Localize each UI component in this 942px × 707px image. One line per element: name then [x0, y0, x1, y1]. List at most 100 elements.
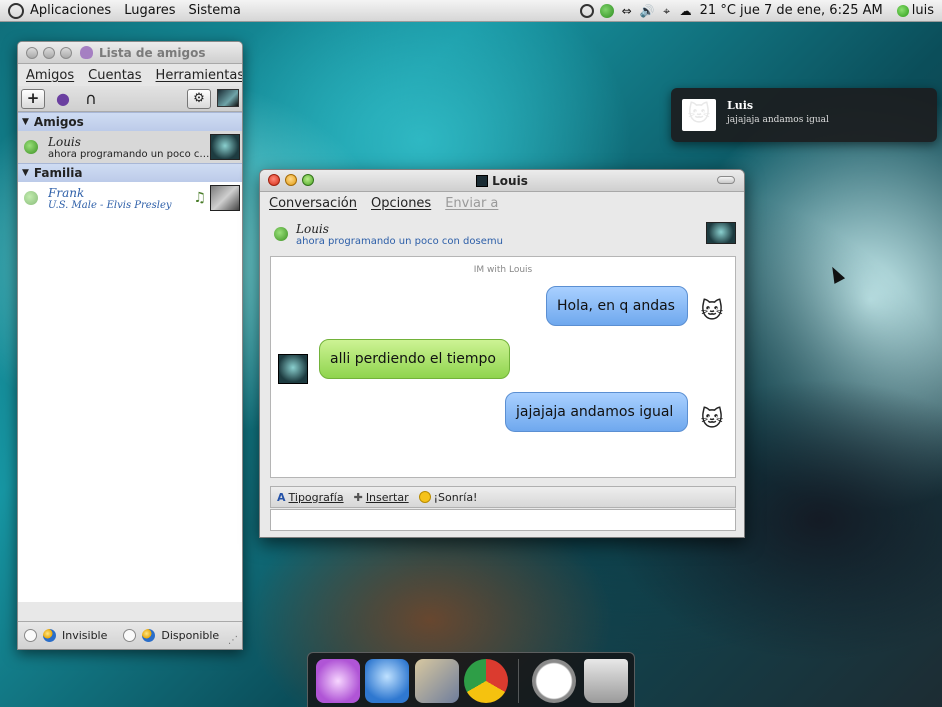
group-name: Familia	[33, 166, 83, 180]
menu-herramientas[interactable]: Herramientas	[156, 68, 242, 83]
buddy-name: Louis	[296, 221, 329, 236]
buddy-status-message: U.S. Male - Elvis Presley	[48, 199, 172, 211]
pidgin-dock-icon[interactable]	[316, 659, 360, 703]
maximize-button[interactable]	[302, 174, 314, 186]
group-name: Amigos	[33, 115, 84, 129]
buddy-row-louis[interactable]: Louis ahora programando un poco con ...	[18, 131, 242, 163]
menu-conversacion[interactable]: Conversación	[269, 196, 357, 211]
notification-body: jajajaja andamos igual	[727, 115, 829, 125]
message-input[interactable]	[270, 509, 736, 531]
buddy-avatar	[706, 222, 736, 244]
pidgin-status-icon[interactable]	[599, 3, 614, 18]
buddy-list: ▼ Amigos Louis ahora programando un poco…	[18, 112, 242, 602]
status-bar: Invisible Disponible ⋰	[18, 621, 242, 649]
clock[interactable]: 21 °C jue 7 de ene, 6:25 AM	[700, 3, 883, 18]
toolbar-toggle-button[interactable]	[717, 176, 735, 184]
expand-triangle-icon: ▼	[22, 117, 29, 127]
status-radio-disponible[interactable]	[123, 629, 137, 642]
user-menu[interactable]: luis	[896, 3, 934, 18]
notification-bubble[interactable]: 🐱 Luis jajajaja andamos igual	[671, 88, 937, 142]
photo-viewer-dock-icon[interactable]	[415, 659, 459, 703]
message-text: jajajaja andamos igual	[516, 404, 674, 420]
mouse-pointer-icon	[826, 264, 846, 284]
settings-gear-button[interactable]: ⚙	[187, 88, 211, 109]
ubuntu-logo-icon[interactable]	[8, 2, 24, 19]
message-bubble-incoming: alli perdiendo el tiempo	[319, 339, 510, 379]
window-controls	[18, 46, 72, 59]
dock-separator	[518, 659, 519, 703]
buddy-status-message: ahora programando un poco con dosemu	[296, 235, 503, 247]
volume-icon[interactable]: 🔊	[640, 4, 655, 18]
weather-icon[interactable]: ☁	[680, 4, 694, 18]
network-icon[interactable]: ⇔	[620, 4, 634, 18]
globe-icon	[43, 629, 56, 642]
buddy-name: Frank	[48, 185, 85, 200]
message-log[interactable]: IM with Louis Hola, en q andas 🐱 alli pe…	[270, 256, 736, 478]
minimize-button[interactable]	[285, 174, 297, 186]
conversation-header: IM with Louis	[473, 265, 533, 275]
conversation-window: Louis Conversación Opciones Enviar a Lou…	[259, 169, 745, 538]
insert-button[interactable]: ✚ Insertar	[354, 491, 409, 504]
buddy-name: Louis	[48, 134, 81, 149]
clock-dock-icon[interactable]	[532, 659, 576, 703]
available-status-icon	[24, 140, 38, 154]
insert-label: Insertar	[365, 490, 409, 504]
trash-dock-icon[interactable]	[584, 659, 628, 703]
group-header-amigos[interactable]: ▼ Amigos	[18, 112, 242, 131]
close-button[interactable]	[26, 46, 38, 59]
system-tray: ⇔ 🔊 ⌖ ☁ 21 °C jue 7 de ene, 6:25 AM luis	[579, 3, 942, 18]
buddy-avatar	[210, 185, 240, 211]
font-button[interactable]: A Tipografía	[277, 491, 344, 504]
menu-aplicaciones[interactable]: Aplicaciones	[30, 3, 111, 18]
buddy-text: Frank U.S. Male - Elvis Presley	[48, 186, 193, 211]
chat-icon[interactable]	[579, 3, 594, 18]
close-button[interactable]	[268, 174, 280, 186]
window-title: Lista de amigos	[99, 45, 206, 60]
buddy-list-toolbar: + ● ∩ ⚙	[18, 86, 242, 112]
menu-enviar-a[interactable]: Enviar a	[445, 196, 498, 211]
group-header-familia[interactable]: ▼ Familia	[18, 163, 242, 182]
smile-label: ¡Sonría!	[433, 490, 478, 504]
menu-sistema[interactable]: Sistema	[189, 3, 241, 18]
font-label: Tipografía	[288, 490, 344, 504]
resize-grip-icon[interactable]: ⋰	[228, 635, 238, 646]
menu-cuentas[interactable]: Cuentas	[88, 68, 141, 83]
minimize-button[interactable]	[43, 46, 55, 59]
status-radio-invisible[interactable]	[24, 629, 37, 642]
pidgin-icon	[80, 46, 93, 59]
window-controls	[260, 174, 314, 186]
dock	[307, 652, 635, 707]
buddy-list-window: Lista de amigos Amigos Cuentas Herramien…	[17, 41, 243, 650]
message-bubble-outgoing: jajajaja andamos igual	[505, 392, 688, 432]
menu-amigos[interactable]: Amigos	[26, 68, 74, 83]
menu-lugares[interactable]: Lugares	[124, 3, 175, 18]
headphones-icon[interactable]: ∩	[81, 89, 101, 109]
expand-triangle-icon: ▼	[22, 168, 29, 178]
buddy-status-message: ahora programando un poco con ...	[48, 148, 210, 160]
smile-button[interactable]: ¡Sonría!	[418, 490, 478, 504]
message-text: Hola, en q andas	[557, 298, 675, 314]
conversation-menubar: Conversación Opciones Enviar a	[260, 192, 744, 214]
maximize-button[interactable]	[60, 46, 72, 59]
formatting-toolbar: A Tipografía ✚ Insertar ¡Sonría!	[270, 486, 736, 508]
conversation-titlebar[interactable]: Louis	[260, 170, 744, 192]
smiley-icon	[418, 490, 431, 503]
my-cat-avatar-icon: 🐱	[700, 407, 724, 432]
video-chat-dock-icon[interactable]	[365, 659, 409, 703]
user-icon[interactable]: ●	[53, 89, 73, 109]
chrome-dock-icon[interactable]	[464, 659, 508, 703]
buddy-cat-avatar-icon: 🐱	[682, 99, 716, 131]
plus-icon: ✚	[353, 490, 363, 504]
buddy-mini-avatar-icon	[476, 174, 489, 187]
buddy-text: Louis ahora programando un poco con ...	[48, 135, 210, 160]
menu-opciones[interactable]: Opciones	[371, 196, 431, 211]
buddy-list-titlebar[interactable]: Lista de amigos	[18, 42, 242, 64]
conversation-title: Louis	[476, 174, 528, 188]
buddy-avatar	[278, 354, 308, 384]
avatar-thumbnail-icon[interactable]	[217, 88, 239, 107]
add-buddy-button[interactable]: +	[21, 88, 45, 109]
music-note-icon: ♫	[193, 190, 206, 206]
buddy-row-frank[interactable]: Frank U.S. Male - Elvis Presley ♫	[18, 182, 242, 214]
crosshair-icon[interactable]: ⌖	[660, 4, 674, 18]
user-status-icon	[896, 4, 909, 17]
